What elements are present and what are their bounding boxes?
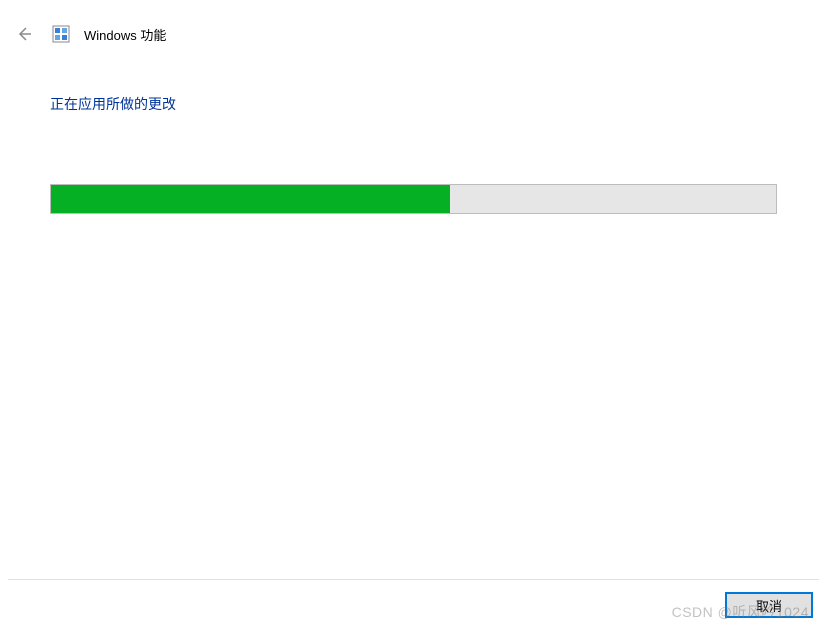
footer-bar: 取消 <box>8 579 819 618</box>
status-heading: 正在应用所做的更改 <box>50 94 777 114</box>
windows-features-icon <box>52 25 70 43</box>
content-area: 正在应用所做的更改 <box>0 54 827 214</box>
progress-bar-fill <box>51 185 450 213</box>
cancel-button[interactable]: 取消 <box>725 592 813 618</box>
back-arrow-icon[interactable] <box>14 24 34 44</box>
window-title: Windows 功能 <box>84 25 166 44</box>
window-header: Windows 功能 <box>0 0 827 54</box>
progress-bar-track <box>50 184 777 214</box>
